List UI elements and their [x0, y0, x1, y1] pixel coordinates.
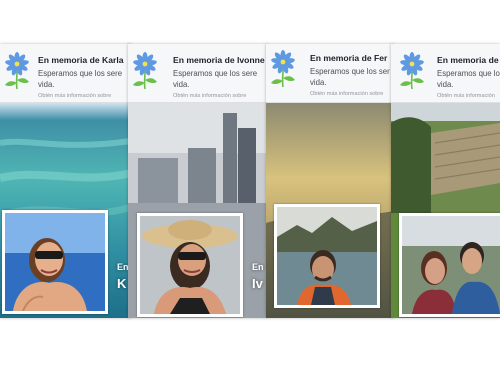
more-info-link[interactable]: Obtén más información — [437, 93, 495, 99]
memorial-message: Esperamos que los sere vida. — [38, 69, 123, 89]
memorial-header: En memoria de Ivonne Esperamos que los s… — [128, 44, 268, 103]
memorial-message: Esperamos que los vida. — [437, 69, 500, 89]
memorial-title: En memoria de — [437, 55, 499, 65]
memorial-flower-icon — [398, 51, 426, 90]
profile-photo[interactable] — [274, 204, 380, 308]
cover-name-initial: K — [117, 276, 127, 291]
memorial-card-1: En memoria de Karla Esperamos que los se… — [0, 44, 131, 318]
cover-name-fragment: En — [252, 262, 264, 272]
memorial-card-4: En memoria de Esperamos que los vida. Ob… — [391, 44, 500, 318]
memorial-flower-icon — [269, 49, 297, 88]
memorial-card-3: En memoria de Fer Esperamos que los ser … — [266, 44, 394, 318]
memorial-title: En memoria de Ivonne — [173, 55, 265, 65]
cover-name-fragment: En — [117, 262, 129, 272]
profile-photo[interactable] — [2, 210, 108, 314]
more-info-link[interactable]: Obtén más información sobre — [310, 91, 383, 97]
more-info-link[interactable]: Obtén más información sobre — [38, 93, 111, 99]
profile-photo[interactable] — [399, 213, 500, 317]
memorial-message: Esperamos que los sere vida. — [173, 69, 258, 89]
memorial-header: En memoria de Esperamos que los vida. Ob… — [391, 44, 500, 103]
memorial-flower-icon — [131, 51, 159, 90]
memorial-header: En memoria de Karla Esperamos que los se… — [0, 44, 131, 103]
memorial-title: En memoria de Karla — [38, 55, 124, 65]
memorial-header: En memoria de Fer Esperamos que los ser … — [266, 44, 394, 103]
memorial-title: En memoria de Fer — [310, 53, 388, 63]
more-info-link[interactable]: Obtén más información sobre — [173, 93, 246, 99]
memorial-message: Esperamos que los ser vida. — [310, 67, 390, 87]
cover-name-initial: Iv — [252, 276, 263, 291]
memorial-flower-icon — [3, 51, 31, 90]
profile-photo[interactable] — [137, 213, 243, 317]
memorial-card-2: En memoria de Ivonne Esperamos que los s… — [128, 44, 268, 318]
